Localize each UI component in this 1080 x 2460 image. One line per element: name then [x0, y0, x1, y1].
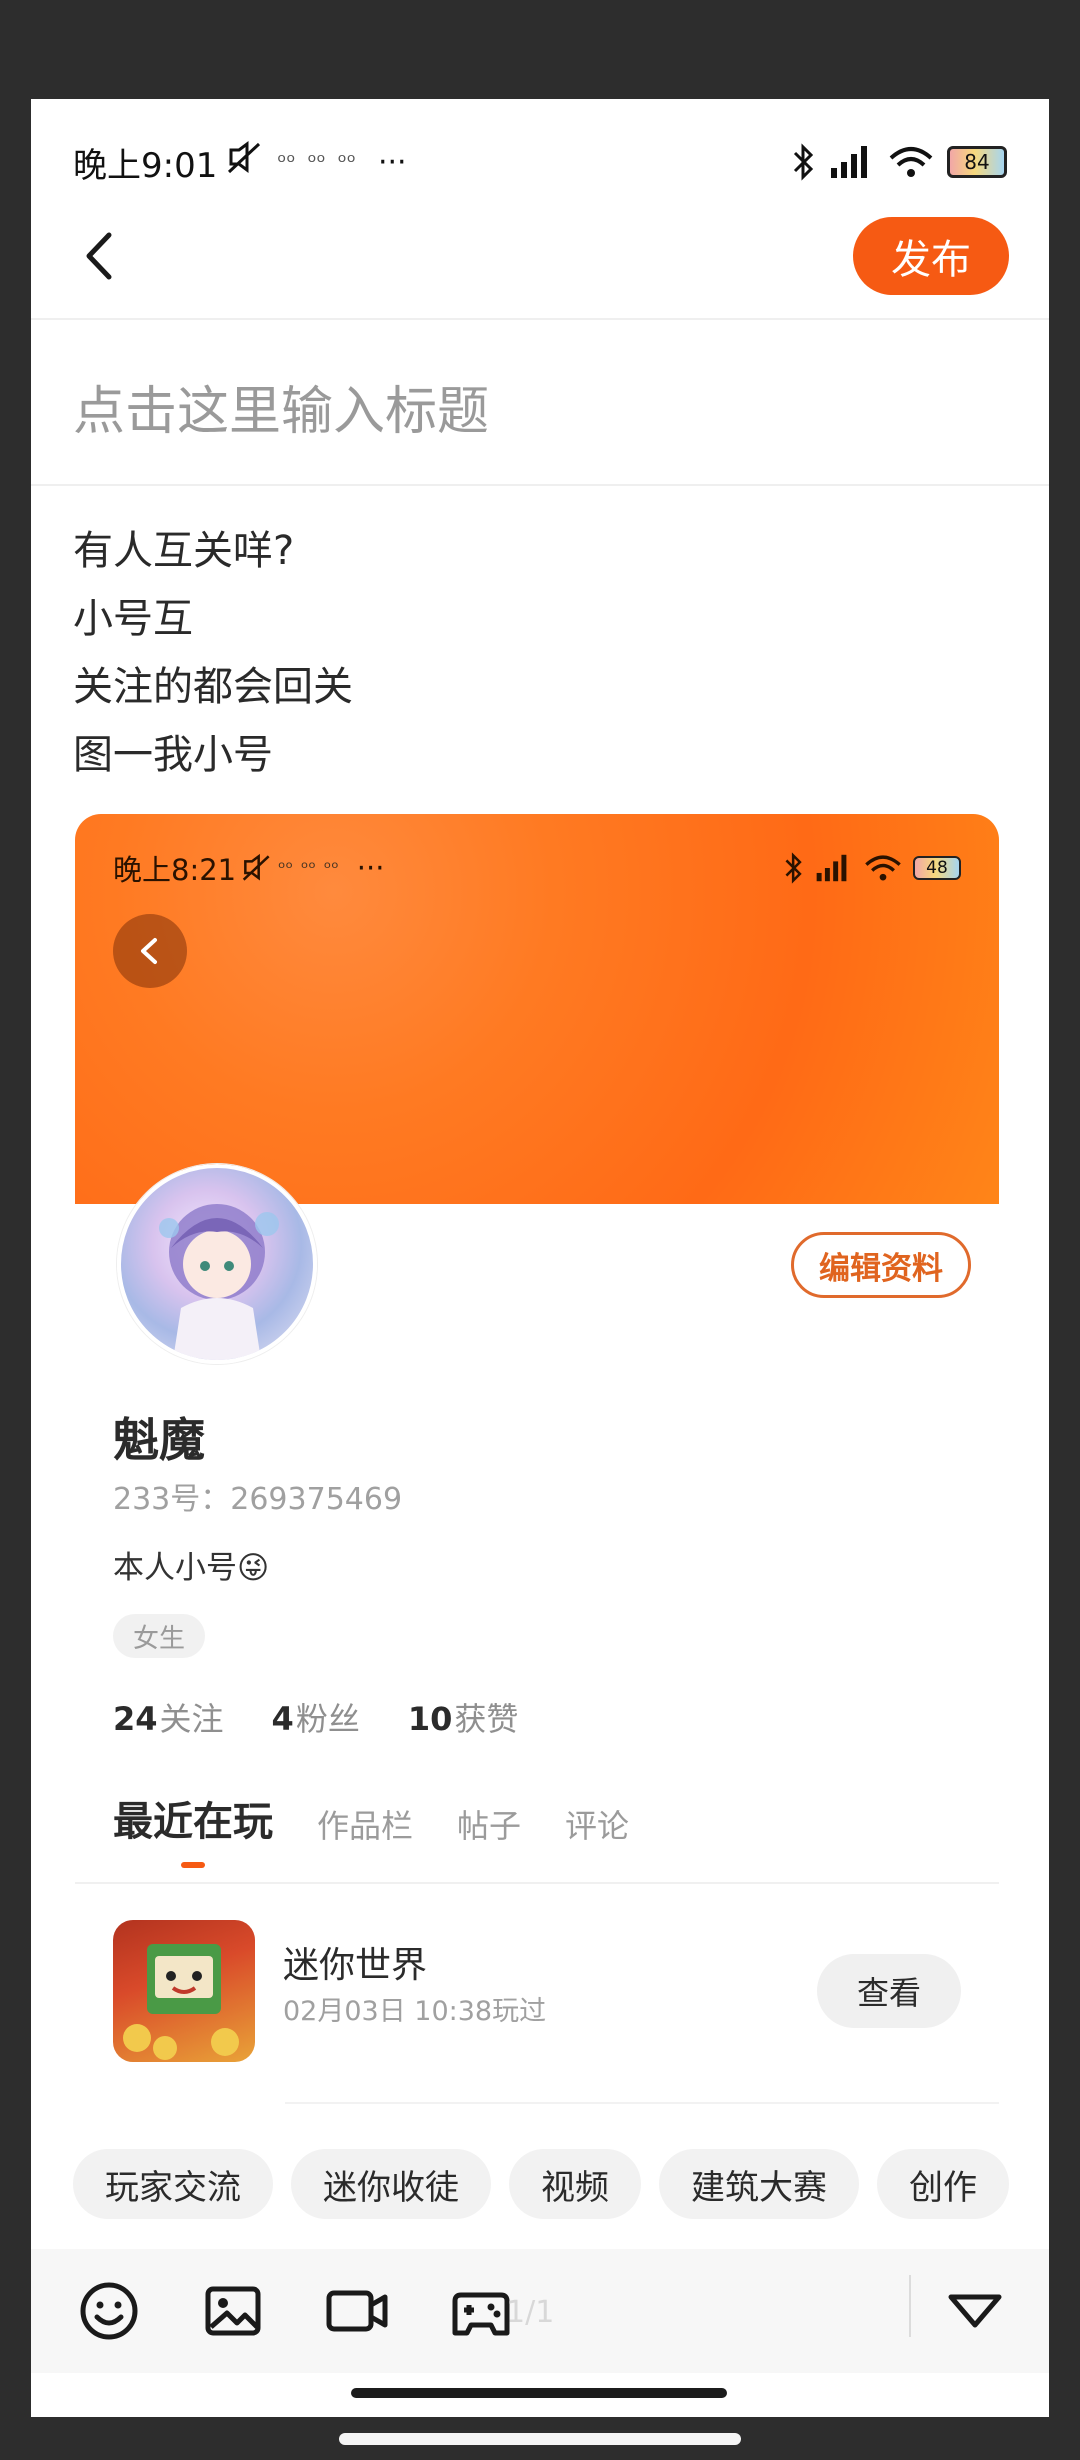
chevron-left-icon [86, 232, 112, 280]
profile-nickname: 魁魔 [113, 1413, 205, 1467]
notification-icon: ᵒᵒ [278, 857, 294, 879]
embedded-status-right: 48 [783, 852, 961, 884]
view-game-button: 查看 [817, 1954, 961, 2028]
title-input[interactable]: 点击这里输入标题 [73, 369, 489, 444]
game-played-time: 02月03日 10:38玩过 [283, 1996, 547, 2027]
toolbar-separator [909, 2275, 911, 2337]
divider [31, 318, 1049, 320]
publish-button[interactable]: 发布 [853, 217, 1009, 295]
embedded-status-time: 晚上8:21 [113, 853, 237, 887]
likes-count: 10 [407, 1700, 453, 1738]
embedded-back-button [113, 914, 187, 988]
emoji-button[interactable] [75, 2277, 143, 2345]
active-tab-indicator [181, 1862, 205, 1868]
status-right: 84 [791, 143, 1007, 181]
following-label: 关注 [159, 1700, 224, 1738]
collapse-triangle-icon [948, 2294, 1002, 2328]
tab-posts: 帖子 [457, 1807, 522, 1845]
tab-comments: 评论 [565, 1807, 630, 1845]
notification-icon-1: ᵒᵒ [277, 149, 296, 175]
tab-recently-played: 最近在玩 [113, 1799, 273, 1845]
signal-icon [831, 146, 867, 178]
edit-profile-button: 编辑资料 [791, 1232, 971, 1298]
image-icon [205, 2286, 261, 2336]
gender-tag: 女生 [113, 1614, 206, 1658]
topic-chip[interactable]: 视频 [509, 2149, 641, 2219]
fans-stat: 4粉丝 [272, 1694, 360, 1740]
video-icon [326, 2290, 388, 2332]
notification-icon: ᵒᵒ [301, 857, 316, 879]
profile-stats: 24关注 4粉丝 10获赞 [113, 1694, 518, 1740]
more-notifications: ··· [377, 144, 407, 180]
video-button[interactable] [323, 2277, 391, 2345]
topic-chip[interactable]: 创作 [877, 2149, 1009, 2219]
topic-chip[interactable]: 建筑大赛 [659, 2149, 859, 2219]
collapse-keyboard-button[interactable] [941, 2277, 1009, 2345]
bluetooth-icon [785, 852, 802, 884]
mute-icon [225, 140, 265, 184]
battery-icon: 84 [947, 146, 1007, 178]
body-line: 有人互关咩? [73, 528, 295, 574]
home-indicator[interactable] [351, 2388, 727, 2398]
game-button[interactable] [447, 2277, 515, 2345]
divider [285, 2102, 999, 2104]
back-button[interactable] [71, 221, 131, 291]
page-counter: 1/1 [506, 2295, 555, 2330]
profile-tabs: 最近在玩 作品栏 帖子 评论 [113, 1789, 629, 1847]
game-art [123, 1944, 239, 2060]
fans-count: 4 [271, 1700, 294, 1738]
tab-works: 作品栏 [317, 1807, 414, 1845]
bluetooth-icon [793, 143, 814, 181]
game-name: 迷你世界 [283, 1945, 428, 1986]
post-body-editor[interactable]: 有人互关咩? 小号互 关注的都会回关 图一我小号 [73, 517, 353, 789]
body-line: 关注的都会回关 [73, 664, 353, 710]
game-controller-icon [452, 2292, 510, 2336]
topic-chips: 玩家交流 迷你收徒 视频 建筑大赛 创作 [73, 2149, 1033, 2219]
divider [31, 484, 1049, 486]
game-icon [113, 1920, 255, 2062]
image-button[interactable] [199, 2277, 267, 2345]
notification-icon-3: ᵒᵒ [337, 149, 356, 175]
wifi-icon [865, 855, 901, 881]
system-home-indicator[interactable] [339, 2433, 741, 2445]
more-notifications: ··· [356, 851, 385, 885]
profile-bio: 本人小号😜 [113, 1550, 270, 1586]
profile-uid: 233号：269375469 [113, 1482, 403, 1517]
battery-icon: 48 [913, 856, 961, 880]
fans-label: 粉丝 [295, 1700, 360, 1738]
status-bar: 晚上9:01 ᵒᵒ ᵒᵒ ᵒᵒ ··· 84 [73, 137, 1007, 187]
notification-icon: ᵒᵒ [323, 857, 339, 879]
embedded-status-bar: 晚上8:21 ᵒᵒ ᵒᵒ ᵒᵒ ··· 48 [113, 848, 961, 888]
app-screen: 晚上9:01 ᵒᵒ ᵒᵒ ᵒᵒ ··· 84 发布 点击这里输入标题 有人互关咩… [31, 99, 1049, 2417]
signal-icon [816, 854, 847, 882]
mute-icon [242, 853, 270, 881]
avatar-illustration [159, 1204, 279, 1360]
wifi-icon [889, 147, 933, 177]
topic-chip[interactable]: 迷你收徒 [291, 2149, 491, 2219]
following-stat: 24关注 [113, 1694, 224, 1740]
body-line: 小号互 [73, 596, 193, 642]
status-time: 晚上9:01 [73, 145, 218, 186]
chevron-left-icon [141, 938, 157, 964]
body-line: 图一我小号 [73, 732, 273, 778]
likes-stat: 10获赞 [408, 1694, 519, 1740]
topic-chip[interactable]: 玩家交流 [73, 2149, 273, 2219]
following-count: 24 [113, 1700, 158, 1738]
attached-image[interactable]: 晚上8:21 ᵒᵒ ᵒᵒ ᵒᵒ ··· 48 编辑资料 魁魔 233号：2693… [75, 814, 999, 2134]
divider [75, 1882, 999, 1884]
avatar [117, 1164, 317, 1364]
likes-label: 获赞 [454, 1700, 519, 1738]
emoji-icon [80, 2282, 138, 2340]
notification-icon-2: ᵒᵒ [307, 149, 326, 175]
